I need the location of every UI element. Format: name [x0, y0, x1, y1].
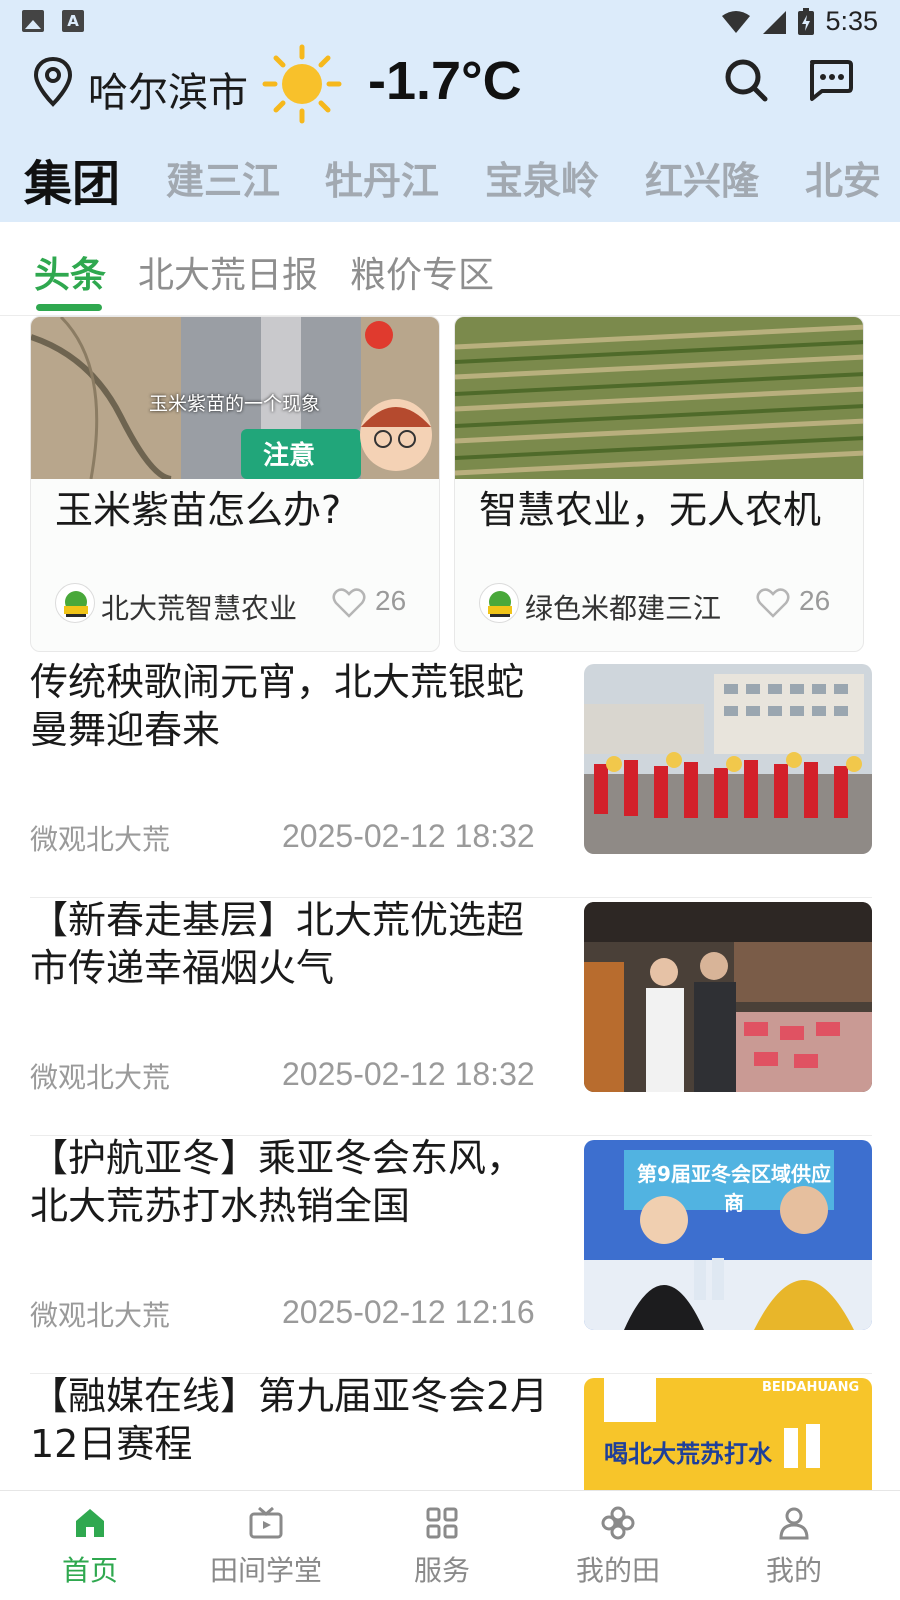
heart-icon[interactable]: [331, 585, 367, 621]
article-item[interactable]: 【融媒在线】第九届亚冬会2月12日赛程 BEIDAHUANG 喝北大荒苏打水: [30, 1372, 872, 1490]
region-tab-baoquanling[interactable]: 宝泉岭: [485, 150, 599, 205]
article-item[interactable]: 【护航亚冬】乘亚冬会东风，北大荒苏打水热销全国 微观北大荒 2025-02-12…: [30, 1134, 872, 1374]
card-title: 智慧农业，无人农机: [479, 488, 822, 532]
article-source: 微观北大荒: [30, 1299, 171, 1332]
article-title: 【新春走基层】北大荒优选超市传递幸福烟火气: [30, 898, 525, 990]
user-icon: [779, 1507, 809, 1540]
card-image-badge: 注意: [263, 441, 316, 471]
article-thumbnail: [584, 664, 872, 854]
card-thumbnail: 玉米紫苗的一个现象 注意: [31, 317, 439, 479]
wifi-icon: [722, 10, 751, 33]
region-tab-beian[interactable]: 北安: [805, 150, 881, 205]
nav-home[interactable]: 首页: [0, 1491, 180, 1600]
flower-icon: [601, 1506, 635, 1540]
grid-icon: [426, 1507, 458, 1539]
region-tab-mudanjiang[interactable]: 牡丹江: [325, 150, 439, 205]
search-button[interactable]: [718, 52, 774, 108]
location-pin-icon[interactable]: [32, 56, 74, 108]
nav-label: 田间学堂: [209, 1554, 322, 1587]
like-count: 26: [375, 585, 407, 616]
nav-services[interactable]: 服务: [352, 1491, 532, 1600]
message-icon: [810, 60, 853, 101]
card-footer: 北大荒智慧农业 26: [55, 581, 415, 625]
author-name[interactable]: 北大荒智慧农业: [101, 587, 297, 627]
region-tab-jiansanjiang[interactable]: 建三江: [166, 150, 280, 205]
bottom-navigation: 首页 田间学堂 服务 我的田 我的: [0, 1490, 900, 1600]
text-notification-icon: A: [62, 10, 84, 32]
article-time: 2025-02-12 12:16: [282, 1294, 535, 1330]
article-item[interactable]: 传统秧歌闹元宵，北大荒银蛇曼舞迎春来 微观北大荒 2025-02-12 18:3…: [30, 658, 872, 898]
news-feed[interactable]: 玉米紫苗的一个现象 注意 玉米紫苗怎么办? 北大荒智慧农业 26 智慧农业，无人…: [0, 316, 900, 1490]
city-name[interactable]: 哈尔滨市: [88, 60, 248, 118]
video-card[interactable]: 智慧农业，无人农机 绿色米都建三江 26: [454, 316, 864, 652]
like-count: 26: [799, 585, 831, 616]
search-icon: [725, 59, 768, 102]
active-tab-indicator: [36, 304, 102, 311]
author-name[interactable]: 绿色米都建三江: [525, 587, 721, 627]
region-tab-hongxinglong[interactable]: 红兴隆: [645, 150, 759, 205]
nav-profile[interactable]: 我的: [704, 1491, 884, 1600]
clock: 5:35: [825, 6, 878, 36]
article-title: 传统秧歌闹元宵，北大荒银蛇曼舞迎春来: [30, 660, 525, 752]
nav-my-field[interactable]: 我的田: [528, 1491, 708, 1600]
article-item[interactable]: 【新春走基层】北大荒优选超市传递幸福烟火气 微观北大荒 2025-02-12 1…: [30, 896, 872, 1136]
tab-daily[interactable]: 北大荒日报: [138, 246, 318, 298]
article-image-text: 喝北大荒苏打水: [604, 1440, 772, 1468]
article-thumbnail: 第9届亚冬会区域供应商: [584, 1140, 872, 1330]
article-title: 【护航亚冬】乘亚冬会东风，北大荒苏打水热销全国: [30, 1136, 525, 1228]
article-thumbnail: BEIDAHUANG 喝北大荒苏打水: [584, 1378, 872, 1490]
region-tab-group[interactable]: 集团: [24, 144, 120, 214]
article-time: 2025-02-12 18:32: [282, 818, 535, 854]
nav-label: 我的: [765, 1554, 822, 1587]
region-tabs: 集团 建三江 牡丹江 宝泉岭 红兴隆 北安: [0, 140, 900, 220]
status-bar: A 5:35: [0, 0, 900, 46]
tv-icon: [249, 1506, 283, 1539]
article-title: 【融媒在线】第九届亚冬会2月12日赛程: [30, 1374, 549, 1466]
nav-label: 首页: [61, 1554, 118, 1587]
battery-icon: [798, 7, 815, 35]
article-image-subtext: BEIDAHUANG: [762, 1380, 860, 1395]
card-footer: 绿色米都建三江 26: [479, 581, 839, 625]
sun-icon: [262, 44, 342, 124]
messages-button[interactable]: [802, 52, 858, 108]
tab-headlines[interactable]: 头条: [34, 246, 106, 298]
article-source: 微观北大荒: [30, 823, 171, 856]
author-avatar[interactable]: [55, 583, 95, 623]
temperature: -1.7°C: [368, 51, 522, 111]
nav-label: 服务: [413, 1554, 470, 1587]
article-source: 微观北大荒: [30, 1061, 171, 1094]
gallery-notification-icon: [22, 10, 44, 32]
tab-grain-price[interactable]: 粮价专区: [350, 246, 494, 298]
home-icon: [76, 1509, 104, 1537]
nav-label: 我的田: [575, 1554, 660, 1587]
author-avatar[interactable]: [479, 583, 519, 623]
location-weather-row: 哈尔滨市 -1.7°C: [0, 44, 900, 124]
card-thumbnail: [455, 317, 863, 479]
signal-icon: [763, 10, 787, 34]
header: A 5:35 哈尔滨市 -1.7°C 集团 建三江 牡丹江 宝泉岭 红兴隆 北安: [0, 0, 900, 222]
video-card[interactable]: 玉米紫苗的一个现象 注意 玉米紫苗怎么办? 北大荒智慧农业 26: [30, 316, 440, 652]
card-title: 玉米紫苗怎么办?: [55, 488, 342, 532]
article-image-text: 第9届亚冬会区域供应商: [637, 1162, 831, 1215]
heart-icon[interactable]: [755, 585, 791, 621]
article-thumbnail: [584, 902, 872, 1092]
nav-field-school[interactable]: 田间学堂: [176, 1491, 356, 1600]
card-image-caption: 玉米紫苗的一个现象: [149, 393, 321, 415]
article-time: 2025-02-12 18:32: [282, 1056, 535, 1092]
content-tabs: 头条 北大荒日报 粮价专区: [0, 222, 900, 316]
